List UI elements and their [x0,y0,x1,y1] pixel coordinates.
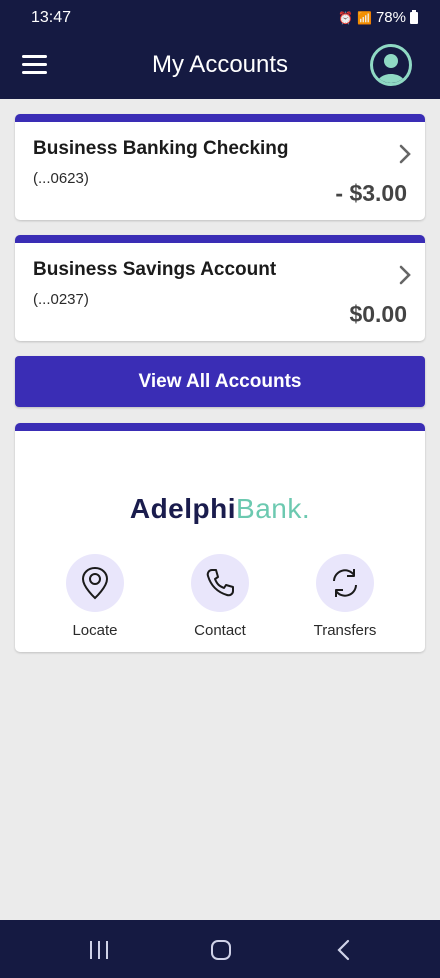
refresh-icon [333,569,357,597]
account-number: (...0237) [33,291,89,308]
transfers-button[interactable]: Transfers [290,554,400,639]
back-icon[interactable] [330,938,360,962]
status-icons: ⏰ 📶 78% [338,9,418,26]
account-number: (...0623) [33,170,89,187]
recent-apps-icon[interactable] [84,938,114,962]
account-balance: - $3.00 [335,180,407,206]
phone-icon [206,569,234,597]
locate-label: Locate [72,622,118,639]
location-pin-icon [81,566,109,600]
system-nav-bar [0,920,440,978]
contact-button[interactable]: Contact [165,554,275,639]
account-card[interactable]: Business Savings Account (...0237) $0.00 [15,235,425,341]
home-icon[interactable] [206,938,236,962]
view-all-accounts-button[interactable]: View All Accounts [15,356,425,407]
contact-label: Contact [194,622,246,639]
wifi-icon: 📶 [357,10,372,25]
account-balance: $0.00 [349,301,407,327]
app-header: 13:47 ⏰ 📶 78% My Accounts [0,0,440,99]
status-time: 13:47 [31,9,72,26]
alarm-icon: ⏰ [338,10,354,25]
account-card[interactable]: Business Banking Checking (...0623) - $3… [15,114,425,220]
transfers-label: Transfers [313,622,377,639]
avatar[interactable] [370,44,412,86]
chevron-right-icon[interactable] [397,265,413,285]
battery-percent: 78% [375,9,406,26]
chevron-right-icon[interactable] [397,144,413,164]
bank-logo: AdelphiBank. [129,493,311,524]
locate-button[interactable]: Locate [40,554,150,639]
account-name: Business Savings Account [33,259,277,280]
account-name: Business Banking Checking [33,138,289,159]
bank-info-card: AdelphiBank. Locate Contact Transfers [15,423,425,652]
user-icon [377,54,405,83]
battery-icon [410,9,418,24]
